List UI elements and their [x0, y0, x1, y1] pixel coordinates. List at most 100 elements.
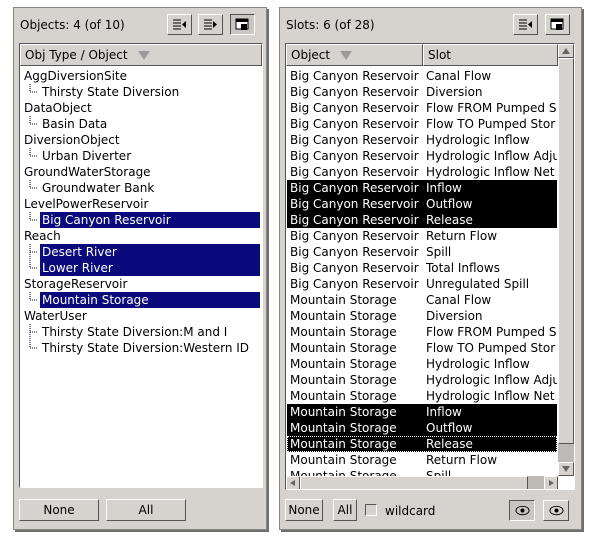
select-window-icon — [550, 18, 564, 30]
slot-object-cell: Mountain Storage — [290, 373, 397, 387]
tree-type-item[interactable]: Reach — [20, 228, 262, 244]
slots-table[interactable]: Object Slot Big Canyon Reservoir Canal Fl… — [285, 43, 575, 490]
collapse-list-icon — [519, 19, 532, 30]
slots-all-button[interactable]: All — [333, 499, 357, 521]
tree-rows: AggDiversionSite Thirsty State Diversion D… — [20, 66, 262, 486]
slot-object-cell: Mountain Storage — [290, 453, 397, 467]
select-window-icon — [235, 18, 249, 30]
tree-object-item[interactable]: Desert River — [20, 244, 262, 260]
slot-object-cell: Mountain Storage — [290, 469, 397, 476]
slot-row[interactable]: Mountain Storage Release — [287, 436, 557, 452]
slot-row[interactable]: Big Canyon Reservoir Spill — [287, 244, 557, 260]
slot-name-cell: Return Flow — [426, 453, 498, 467]
slot-object-cell: Big Canyon Reservoir — [290, 69, 419, 83]
objects-none-button[interactable]: None — [19, 499, 99, 521]
slot-name-cell: Spill — [426, 245, 452, 259]
slot-row[interactable]: Mountain Storage Flow TO Pumped Stor — [287, 340, 557, 356]
scroll-left-button[interactable] — [286, 476, 300, 489]
tree-object-item[interactable]: Thirsty State Diversion — [20, 84, 262, 100]
slot-row[interactable]: Mountain Storage Hydrologic Inflow Adju — [287, 372, 557, 388]
slot-rows: Big Canyon Reservoir Canal Flow Big Canyon… — [286, 66, 558, 476]
tree-type-item[interactable]: AggDiversionSite — [20, 68, 262, 84]
tree-type-item[interactable]: StorageReservoir — [20, 276, 262, 292]
tree-item-label: Big Canyon Reservoir — [40, 212, 260, 228]
tree-object-item[interactable]: Groundwater Bank — [20, 180, 262, 196]
scroll-down-button[interactable] — [558, 462, 574, 476]
obj-type-column-header[interactable]: Obj Type / Object — [20, 44, 262, 66]
object-tree[interactable]: Obj Type / Object AggDiversionSite Thirst… — [19, 43, 263, 488]
slot-row[interactable]: Big Canyon Reservoir Outflow — [287, 196, 557, 212]
tree-object-item[interactable]: Lower River — [20, 260, 262, 276]
scroll-right-button[interactable] — [544, 476, 558, 489]
tree-object-item[interactable]: Urban Diverter — [20, 148, 262, 164]
select-window-button[interactable] — [230, 14, 255, 35]
slot-row[interactable]: Big Canyon Reservoir Unregulated Spill — [287, 276, 557, 292]
slot-row[interactable]: Big Canyon Reservoir Release — [287, 212, 557, 228]
slots-none-button[interactable]: None — [285, 499, 323, 521]
slot-row[interactable]: Big Canyon Reservoir Total Inflows — [287, 260, 557, 276]
horizontal-scroll-thumb[interactable] — [300, 476, 528, 489]
eye-pressed-icon — [514, 505, 530, 516]
slot-column-header[interactable]: Slot — [423, 44, 558, 66]
slot-row[interactable]: Mountain Storage Hydrologic Inflow Net — [287, 388, 557, 404]
slots-select-window-button[interactable] — [545, 14, 570, 35]
slot-row[interactable]: Big Canyon Reservoir Flow TO Pumped Stor — [287, 116, 557, 132]
vertical-scrollbar[interactable] — [558, 44, 574, 476]
tree-type-item[interactable]: GroundWaterStorage — [20, 164, 262, 180]
slot-name-cell: Hydrologic Inflow — [426, 133, 530, 147]
tree-item-label: WaterUser — [24, 309, 87, 323]
tree-item-label: Basin Data — [42, 117, 108, 131]
slot-row[interactable]: Mountain Storage Canal Flow — [287, 292, 557, 308]
slot-name-cell: Canal Flow — [426, 293, 492, 307]
slot-name-cell: Hydrologic Inflow Adju — [426, 373, 557, 387]
tree-type-item[interactable]: LevelPowerReservoir — [20, 196, 262, 212]
scroll-left-arrow-icon — [290, 480, 295, 486]
slot-object-cell: Mountain Storage — [290, 389, 397, 403]
slot-row[interactable]: Big Canyon Reservoir Hydrologic Inflow Ad… — [287, 148, 557, 164]
slot-row[interactable]: Mountain Storage Diversion — [287, 308, 557, 324]
slot-row[interactable]: Mountain Storage Inflow — [287, 404, 557, 420]
show-all-toggle[interactable] — [543, 500, 569, 521]
tree-type-item[interactable]: DiversionObject — [20, 132, 262, 148]
slot-row[interactable]: Big Canyon Reservoir Flow FROM Pumped S — [287, 100, 557, 116]
tree-type-item[interactable]: DataObject — [20, 100, 262, 116]
wildcard-checkbox[interactable] — [365, 504, 377, 516]
tree-object-item[interactable]: Big Canyon Reservoir — [20, 212, 262, 228]
slot-row[interactable]: Mountain Storage Spill — [287, 468, 557, 476]
slot-object-cell: Mountain Storage — [290, 421, 397, 435]
tree-object-item[interactable]: Mountain Storage — [20, 292, 262, 308]
slot-row[interactable]: Big Canyon Reservoir Hydrologic Inflow — [287, 132, 557, 148]
tree-item-label: Urban Diverter — [42, 149, 132, 163]
tree-object-item[interactable]: Thirsty State Diversion:M and I — [20, 324, 262, 340]
slot-row[interactable]: Big Canyon Reservoir Canal Flow — [287, 68, 557, 84]
slot-row[interactable]: Big Canyon Reservoir Diversion — [287, 84, 557, 100]
show-selected-toggle[interactable] — [509, 500, 535, 521]
slot-row[interactable]: Mountain Storage Return Flow — [287, 452, 557, 468]
slot-name-cell: Release — [426, 437, 473, 451]
expand-list-button[interactable] — [198, 14, 223, 35]
collapse-list-button[interactable] — [167, 14, 192, 35]
scroll-right-arrow-icon — [549, 480, 554, 486]
tree-object-item[interactable]: Basin Data — [20, 116, 262, 132]
slot-row[interactable]: Big Canyon Reservoir Return Flow — [287, 228, 557, 244]
slot-object-cell: Big Canyon Reservoir — [290, 165, 419, 179]
slot-row[interactable]: Mountain Storage Flow FROM Pumped S — [287, 324, 557, 340]
slot-name-cell: Diversion — [426, 309, 483, 323]
slot-object-cell: Big Canyon Reservoir — [290, 197, 419, 211]
objects-all-button[interactable]: All — [106, 499, 186, 521]
slot-row[interactable]: Mountain Storage Outflow — [287, 420, 557, 436]
tree-object-item[interactable]: Thirsty State Diversion:Western ID — [20, 340, 262, 356]
scroll-up-button[interactable] — [558, 44, 574, 58]
tree-item-label: GroundWaterStorage — [24, 165, 151, 179]
slot-row[interactable]: Big Canyon Reservoir Inflow — [287, 180, 557, 196]
slot-name-cell: Inflow — [426, 181, 462, 195]
slot-object-cell: Big Canyon Reservoir — [290, 213, 419, 227]
slots-collapse-button[interactable] — [513, 14, 538, 35]
vertical-scroll-thumb[interactable] — [558, 58, 574, 444]
slot-row[interactable]: Mountain Storage Hydrologic Inflow — [287, 356, 557, 372]
slot-row[interactable]: Big Canyon Reservoir Hydrologic Inflow Ne… — [287, 164, 557, 180]
horizontal-scrollbar[interactable] — [286, 476, 558, 489]
object-column-header[interactable]: Object — [286, 44, 423, 66]
slot-name-cell: Inflow — [426, 405, 462, 419]
tree-type-item[interactable]: WaterUser — [20, 308, 262, 324]
